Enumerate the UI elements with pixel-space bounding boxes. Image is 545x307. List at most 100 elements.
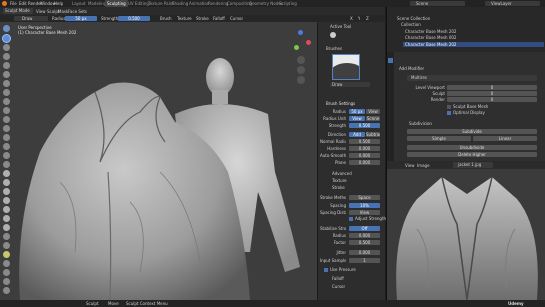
- texture-menu[interactable]: Texture: [177, 16, 192, 21]
- image-editor-viewport[interactable]: [386, 169, 545, 300]
- clay-thumb-icon[interactable]: [3, 71, 10, 78]
- radius-row-field[interactable]: 50 px: [349, 109, 365, 114]
- radius-unit-view[interactable]: View: [349, 116, 365, 121]
- falloff-menu[interactable]: Falloff: [213, 16, 225, 21]
- clay-strips-icon[interactable]: [3, 62, 10, 69]
- thumb-icon[interactable]: [3, 197, 10, 204]
- menu-edit[interactable]: Edit: [19, 1, 27, 6]
- tab-uv-editing[interactable]: UV Editing: [128, 1, 149, 6]
- modifier-tab-icon[interactable]: [388, 58, 393, 63]
- view-layer-selector[interactable]: ViewLayer: [485, 1, 540, 6]
- factor-field[interactable]: 0.500: [349, 240, 380, 245]
- brush-settings-header[interactable]: Brush Settings: [326, 101, 355, 106]
- brush-name-field[interactable]: Draw: [330, 82, 370, 87]
- pinch-icon[interactable]: [3, 161, 10, 168]
- multiplane-scrape-icon[interactable]: [3, 152, 10, 159]
- render-level-field[interactable]: 0: [447, 97, 537, 102]
- brushes-header[interactable]: Brushes: [326, 46, 342, 51]
- box-mask-icon[interactable]: [3, 278, 10, 285]
- strength-row-field[interactable]: 0.500: [349, 123, 380, 128]
- slide-relax-icon[interactable]: [3, 233, 10, 240]
- boundary-icon[interactable]: [3, 242, 10, 249]
- brush-preview[interactable]: [332, 54, 360, 80]
- symmetry-x-toggle[interactable]: X: [350, 16, 353, 21]
- symmetry-z-toggle[interactable]: Z: [366, 16, 369, 21]
- tab-scripting[interactable]: Scripting: [279, 1, 297, 6]
- stroke-menu[interactable]: Stroke: [196, 16, 209, 21]
- spacing-distance-field[interactable]: View: [349, 210, 380, 215]
- flatten-icon[interactable]: [3, 125, 10, 132]
- level-viewport-field[interactable]: 0: [447, 85, 537, 90]
- mask-icon[interactable]: [3, 269, 10, 276]
- radius-field[interactable]: 50 px: [65, 16, 97, 21]
- cursor-section[interactable]: Cursor: [332, 284, 345, 289]
- use-pressure-checkbox[interactable]: [324, 268, 328, 272]
- simplify-icon[interactable]: [3, 260, 10, 267]
- axis-x-icon[interactable]: [306, 40, 311, 45]
- linear-button[interactable]: Linear: [473, 136, 537, 141]
- image-view-menu[interactable]: View: [405, 163, 415, 168]
- camera-icon[interactable]: [297, 76, 305, 84]
- unsubdivide-button[interactable]: Unsubdivide: [407, 145, 537, 150]
- image-image-menu[interactable]: Image: [417, 163, 430, 168]
- subdivision-header[interactable]: Subdivision: [409, 121, 432, 126]
- blender-logo-icon[interactable]: [2, 1, 7, 6]
- nudge-icon[interactable]: [3, 215, 10, 222]
- menu-mask[interactable]: Mask: [58, 9, 68, 14]
- auto-smooth-field[interactable]: 0.000: [349, 153, 380, 158]
- crease-icon[interactable]: [3, 107, 10, 114]
- tab-sculpting[interactable]: Sculpting: [105, 0, 128, 7]
- grab-icon[interactable]: [3, 170, 10, 177]
- menu-help[interactable]: Help: [54, 1, 63, 6]
- outliner-scene-collection[interactable]: Scene Collection: [397, 16, 430, 21]
- stroke-section[interactable]: Stroke: [332, 185, 345, 190]
- direction-subtract[interactable]: Subtract: [366, 132, 380, 137]
- cursor-menu[interactable]: Cursor: [230, 16, 243, 21]
- tab-geometry-nodes[interactable]: Geometry Nodes: [249, 1, 283, 6]
- rotate-icon[interactable]: [3, 224, 10, 231]
- input-samples-field[interactable]: 1: [349, 258, 380, 263]
- brush-selector[interactable]: Draw: [14, 16, 48, 21]
- elastic-deform-icon[interactable]: [3, 179, 10, 186]
- brush-menu[interactable]: Brush: [160, 16, 172, 21]
- zoom-icon[interactable]: [297, 56, 305, 64]
- adjust-strength-checkbox[interactable]: [349, 217, 353, 221]
- menu-face-sets[interactable]: Face Sets: [68, 9, 87, 14]
- menu-view[interactable]: View: [36, 9, 46, 14]
- smooth-icon[interactable]: [3, 116, 10, 123]
- symmetry-y-toggle[interactable]: Y: [358, 16, 360, 21]
- tab-modeling[interactable]: Modeling: [88, 1, 106, 6]
- stroke-radius-field[interactable]: 0.000: [349, 233, 380, 238]
- inflate-icon[interactable]: [3, 89, 10, 96]
- stroke-method-field[interactable]: Space: [349, 195, 380, 200]
- mode-selector[interactable]: Sculpt Mode: [3, 8, 33, 14]
- tab-animation[interactable]: Animation: [189, 1, 209, 6]
- sculpt-base-mesh-checkbox[interactable]: [447, 105, 451, 109]
- radius-unit-scene[interactable]: Scene: [366, 116, 380, 121]
- radius-row-unit[interactable]: View: [366, 109, 380, 114]
- plane-field[interactable]: 0.000: [349, 160, 380, 165]
- navigation-gizmo[interactable]: [290, 30, 312, 52]
- falloff-section[interactable]: Falloff: [332, 276, 344, 281]
- add-modifier-label[interactable]: Add Modifier: [399, 66, 424, 71]
- direction-add[interactable]: Add: [349, 132, 365, 137]
- jitter-field[interactable]: 0.000: [349, 250, 380, 255]
- tab-texture-paint[interactable]: Texture Paint: [148, 1, 174, 6]
- subdivide-button[interactable]: Subdivide: [407, 129, 537, 134]
- tab-layout[interactable]: Layout: [72, 1, 86, 6]
- normal-radius-field[interactable]: 0.500: [349, 139, 380, 144]
- outliner-item-3[interactable]: Character Base Mesh 202: [403, 42, 544, 47]
- clay-icon[interactable]: [3, 53, 10, 60]
- annotate-icon[interactable]: [3, 287, 10, 294]
- simple-button[interactable]: Simple: [407, 136, 471, 141]
- image-selector[interactable]: jacket 1.jpg: [453, 162, 493, 168]
- strength-field[interactable]: 0.500: [118, 16, 150, 21]
- outliner-item-2[interactable]: Character Base Mesh 002: [405, 35, 456, 40]
- tab-rendering[interactable]: Rendering: [208, 1, 228, 6]
- optimal-display-checkbox[interactable]: [447, 111, 451, 115]
- draw-tool-icon[interactable]: [330, 32, 336, 38]
- outliner-collection[interactable]: Collection: [401, 22, 421, 27]
- axis-z-icon[interactable]: [298, 30, 303, 35]
- scrape-icon[interactable]: [3, 143, 10, 150]
- hardness-field[interactable]: 0.000: [349, 146, 380, 151]
